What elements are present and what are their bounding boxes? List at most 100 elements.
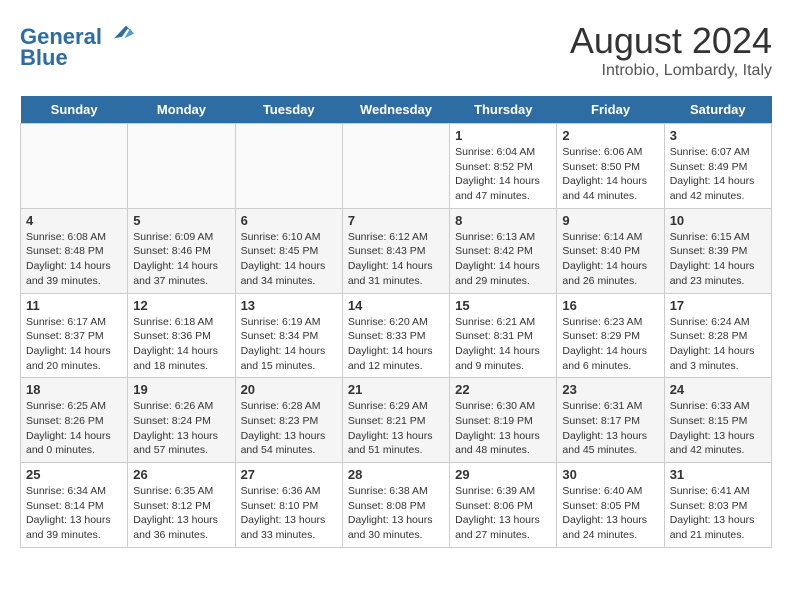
calendar-cell: 18Sunrise: 6:25 AMSunset: 8:26 PMDayligh…	[21, 378, 128, 463]
day-number: 28	[348, 467, 444, 482]
cell-content: Sunrise: 6:06 AMSunset: 8:50 PMDaylight:…	[562, 145, 658, 204]
month-title: August 2024	[570, 20, 772, 62]
day-number: 31	[670, 467, 766, 482]
cell-content: Sunrise: 6:13 AMSunset: 8:42 PMDaylight:…	[455, 230, 551, 289]
cell-content: Sunrise: 6:36 AMSunset: 8:10 PMDaylight:…	[241, 484, 337, 543]
calendar-cell: 15Sunrise: 6:21 AMSunset: 8:31 PMDayligh…	[450, 293, 557, 378]
cell-content: Sunrise: 6:34 AMSunset: 8:14 PMDaylight:…	[26, 484, 122, 543]
calendar-cell: 20 Sunrise: 6:28 AMSunset: 8:23 PMDayligh…	[235, 378, 342, 463]
day-number: 19	[133, 382, 229, 397]
cell-content: Sunrise: 6:33 AMSunset: 8:15 PMDaylight:…	[670, 399, 766, 458]
cell-content: Sunrise: 6:08 AMSunset: 8:48 PMDaylight:…	[26, 230, 122, 289]
cell-content: Sunrise: 6:41 AMSunset: 8:03 PMDaylight:…	[670, 484, 766, 543]
cell-content: Sunrise: 6:20 AMSunset: 8:33 PMDaylight:…	[348, 315, 444, 374]
day-number: 12	[133, 298, 229, 313]
day-number: 26	[133, 467, 229, 482]
header-day: Saturday	[664, 96, 771, 124]
cell-content: Sunrise: 6:28 AMSunset: 8:23 PMDaylight:…	[241, 399, 337, 458]
calendar-cell: 17 Sunrise: 6:24 AMSunset: 8:28 PMDayligh…	[664, 293, 771, 378]
calendar-cell: 7Sunrise: 6:12 AMSunset: 8:43 PMDaylight…	[342, 208, 449, 293]
calendar-cell: 10 Sunrise: 6:15 AMSunset: 8:39 PMDayligh…	[664, 208, 771, 293]
day-number: 8	[455, 213, 551, 228]
calendar-cell: 8 Sunrise: 6:13 AMSunset: 8:42 PMDaylight…	[450, 208, 557, 293]
cell-content: Sunrise: 6:04 AMSunset: 8:52 PMDaylight:…	[455, 145, 551, 204]
calendar-cell: 24 Sunrise: 6:33 AMSunset: 8:15 PMDayligh…	[664, 378, 771, 463]
logo: General Blue	[20, 20, 134, 71]
calendar-table: SundayMondayTuesdayWednesdayThursdayFrid…	[20, 96, 772, 548]
day-number: 9	[562, 213, 658, 228]
day-number: 15	[455, 298, 551, 313]
day-number: 5	[133, 213, 229, 228]
cell-content: Sunrise: 6:19 AMSunset: 8:34 PMDaylight:…	[241, 315, 337, 374]
cell-content: Sunrise: 6:15 AMSunset: 8:39 PMDaylight:…	[670, 230, 766, 289]
day-number: 29	[455, 467, 551, 482]
header-row: SundayMondayTuesdayWednesdayThursdayFrid…	[21, 96, 772, 124]
day-number: 11	[26, 298, 122, 313]
cell-content: Sunrise: 6:26 AMSunset: 8:24 PMDaylight:…	[133, 399, 229, 458]
calendar-cell: 23Sunrise: 6:31 AMSunset: 8:17 PMDayligh…	[557, 378, 664, 463]
cell-content: Sunrise: 6:29 AMSunset: 8:21 PMDaylight:…	[348, 399, 444, 458]
day-number: 1	[455, 128, 551, 143]
day-number: 17	[670, 298, 766, 313]
day-number: 16	[562, 298, 658, 313]
calendar-cell: 2 Sunrise: 6:06 AMSunset: 8:50 PMDaylight…	[557, 124, 664, 209]
header-day: Sunday	[21, 96, 128, 124]
calendar-cell: 3 Sunrise: 6:07 AMSunset: 8:49 PMDaylight…	[664, 124, 771, 209]
day-number: 6	[241, 213, 337, 228]
cell-content: Sunrise: 6:12 AMSunset: 8:43 PMDaylight:…	[348, 230, 444, 289]
cell-content: Sunrise: 6:31 AMSunset: 8:17 PMDaylight:…	[562, 399, 658, 458]
day-number: 20	[241, 382, 337, 397]
calendar-cell: 30 Sunrise: 6:40 AMSunset: 8:05 PMDayligh…	[557, 463, 664, 548]
day-number: 10	[670, 213, 766, 228]
cell-content: Sunrise: 6:24 AMSunset: 8:28 PMDaylight:…	[670, 315, 766, 374]
day-number: 18	[26, 382, 122, 397]
cell-content: Sunrise: 6:39 AMSunset: 8:06 PMDaylight:…	[455, 484, 551, 543]
calendar-cell: 27Sunrise: 6:36 AMSunset: 8:10 PMDayligh…	[235, 463, 342, 548]
cell-content: Sunrise: 6:09 AMSunset: 8:46 PMDaylight:…	[133, 230, 229, 289]
header-day: Monday	[128, 96, 235, 124]
day-number: 22	[455, 382, 551, 397]
cell-content: Sunrise: 6:17 AMSunset: 8:37 PMDaylight:…	[26, 315, 122, 374]
calendar-week: 4 Sunrise: 6:08 AMSunset: 8:48 PMDaylight…	[21, 208, 772, 293]
cell-content: Sunrise: 6:30 AMSunset: 8:19 PMDaylight:…	[455, 399, 551, 458]
location: Introbio, Lombardy, Italy	[570, 62, 772, 80]
calendar-cell: 21 Sunrise: 6:29 AMSunset: 8:21 PMDayligh…	[342, 378, 449, 463]
cell-content: Sunrise: 6:38 AMSunset: 8:08 PMDaylight:…	[348, 484, 444, 543]
day-number: 21	[348, 382, 444, 397]
page-header: General Blue August 2024 Introbio, Lomba…	[20, 20, 772, 80]
header-day: Wednesday	[342, 96, 449, 124]
day-number: 3	[670, 128, 766, 143]
header-day: Thursday	[450, 96, 557, 124]
cell-content: Sunrise: 6:07 AMSunset: 8:49 PMDaylight:…	[670, 145, 766, 204]
cell-content: Sunrise: 6:14 AMSunset: 8:40 PMDaylight:…	[562, 230, 658, 289]
cell-content: Sunrise: 6:23 AMSunset: 8:29 PMDaylight:…	[562, 315, 658, 374]
calendar-cell: 16 Sunrise: 6:23 AMSunset: 8:29 PMDayligh…	[557, 293, 664, 378]
day-number: 2	[562, 128, 658, 143]
cell-content: Sunrise: 6:40 AMSunset: 8:05 PMDaylight:…	[562, 484, 658, 543]
calendar-cell	[342, 124, 449, 209]
calendar-cell: 31 Sunrise: 6:41 AMSunset: 8:03 PMDayligh…	[664, 463, 771, 548]
calendar-cell: 19 Sunrise: 6:26 AMSunset: 8:24 PMDayligh…	[128, 378, 235, 463]
calendar-cell: 13Sunrise: 6:19 AMSunset: 8:34 PMDayligh…	[235, 293, 342, 378]
day-number: 24	[670, 382, 766, 397]
calendar-cell: 25 Sunrise: 6:34 AMSunset: 8:14 PMDayligh…	[21, 463, 128, 548]
day-number: 30	[562, 467, 658, 482]
day-number: 14	[348, 298, 444, 313]
calendar-cell: 22 Sunrise: 6:30 AMSunset: 8:19 PMDayligh…	[450, 378, 557, 463]
day-number: 4	[26, 213, 122, 228]
calendar-cell: 6Sunrise: 6:10 AMSunset: 8:45 PMDaylight…	[235, 208, 342, 293]
calendar-week: 25 Sunrise: 6:34 AMSunset: 8:14 PMDayligh…	[21, 463, 772, 548]
calendar-cell	[235, 124, 342, 209]
calendar-cell	[128, 124, 235, 209]
calendar-cell: 11 Sunrise: 6:17 AMSunset: 8:37 PMDayligh…	[21, 293, 128, 378]
title-area: August 2024 Introbio, Lombardy, Italy	[570, 20, 772, 80]
calendar-cell: 9 Sunrise: 6:14 AMSunset: 8:40 PMDaylight…	[557, 208, 664, 293]
calendar-cell: 14 Sunrise: 6:20 AMSunset: 8:33 PMDayligh…	[342, 293, 449, 378]
calendar-cell: 4 Sunrise: 6:08 AMSunset: 8:48 PMDaylight…	[21, 208, 128, 293]
cell-content: Sunrise: 6:18 AMSunset: 8:36 PMDaylight:…	[133, 315, 229, 374]
calendar-cell: 28 Sunrise: 6:38 AMSunset: 8:08 PMDayligh…	[342, 463, 449, 548]
day-number: 25	[26, 467, 122, 482]
logo-icon	[110, 20, 134, 44]
calendar-cell: 12 Sunrise: 6:18 AMSunset: 8:36 PMDayligh…	[128, 293, 235, 378]
calendar-week: 1 Sunrise: 6:04 AMSunset: 8:52 PMDaylight…	[21, 124, 772, 209]
